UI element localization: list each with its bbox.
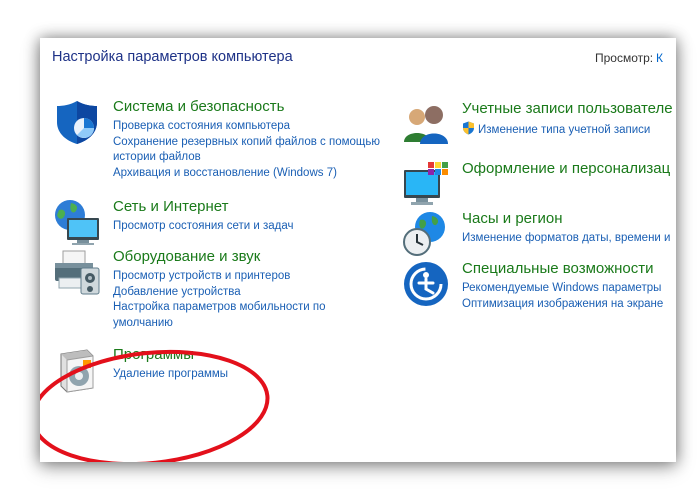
link-label: Изменение типа учетной записи: [478, 124, 651, 136]
control-panel-window: Настройка параметров компьютера Просмотр…: [40, 38, 676, 462]
category-title[interactable]: Оформление и персонализац: [462, 160, 670, 177]
link-change-account-type[interactable]: Изменение типа учетной записи: [462, 121, 650, 139]
link-file-history[interactable]: Сохранение резервных копий файлов с помо…: [113, 135, 403, 166]
clock-globe-icon[interactable]: [402, 210, 450, 258]
network-globe-icon[interactable]: [53, 198, 101, 246]
printer-icon[interactable]: [53, 248, 101, 296]
category-title[interactable]: Оборудование и звук: [113, 248, 260, 265]
link-optimize-display[interactable]: Оптимизация изображения на экране: [462, 297, 663, 313]
category-title[interactable]: Часы и регион: [462, 210, 563, 227]
appearance-monitor-icon[interactable]: [402, 160, 450, 208]
category-title[interactable]: Система и безопасность: [113, 98, 284, 115]
uac-shield-icon: [463, 121, 474, 135]
link-devices-printers[interactable]: Просмотр устройств и принтеров: [113, 269, 343, 285]
link-date-time-formats[interactable]: Изменение форматов даты, времени и: [462, 231, 670, 247]
link-network-status[interactable]: Просмотр состояния сети и задач: [113, 219, 293, 235]
category-title[interactable]: Специальные возможности: [462, 260, 654, 277]
shield-icon[interactable]: [53, 98, 101, 146]
accessibility-icon[interactable]: [402, 260, 450, 308]
page-title: Настройка параметров компьютера: [52, 49, 293, 65]
link-mobility-settings[interactable]: Настройка параметров мобильности по умол…: [113, 300, 343, 331]
programs-disc-icon[interactable]: [53, 346, 101, 394]
view-by-dropdown[interactable]: К: [656, 51, 663, 65]
category-title[interactable]: Сеть и Интернет: [113, 198, 229, 215]
link-backup-restore[interactable]: Архивация и восстановление (Windows 7): [113, 166, 403, 182]
link-recommended-settings[interactable]: Рекомендуемые Windows параметры: [462, 281, 663, 297]
link-uninstall-program[interactable]: Удаление программы: [113, 367, 228, 383]
link-add-device[interactable]: Добавление устройства: [113, 285, 343, 301]
category-title[interactable]: Программы: [113, 346, 194, 363]
link-check-status[interactable]: Проверка состояния компьютера: [113, 119, 403, 135]
users-icon[interactable]: [402, 100, 450, 148]
view-by-label: Просмотр:: [595, 51, 654, 65]
category-title[interactable]: Учетные записи пользователе: [462, 100, 673, 117]
